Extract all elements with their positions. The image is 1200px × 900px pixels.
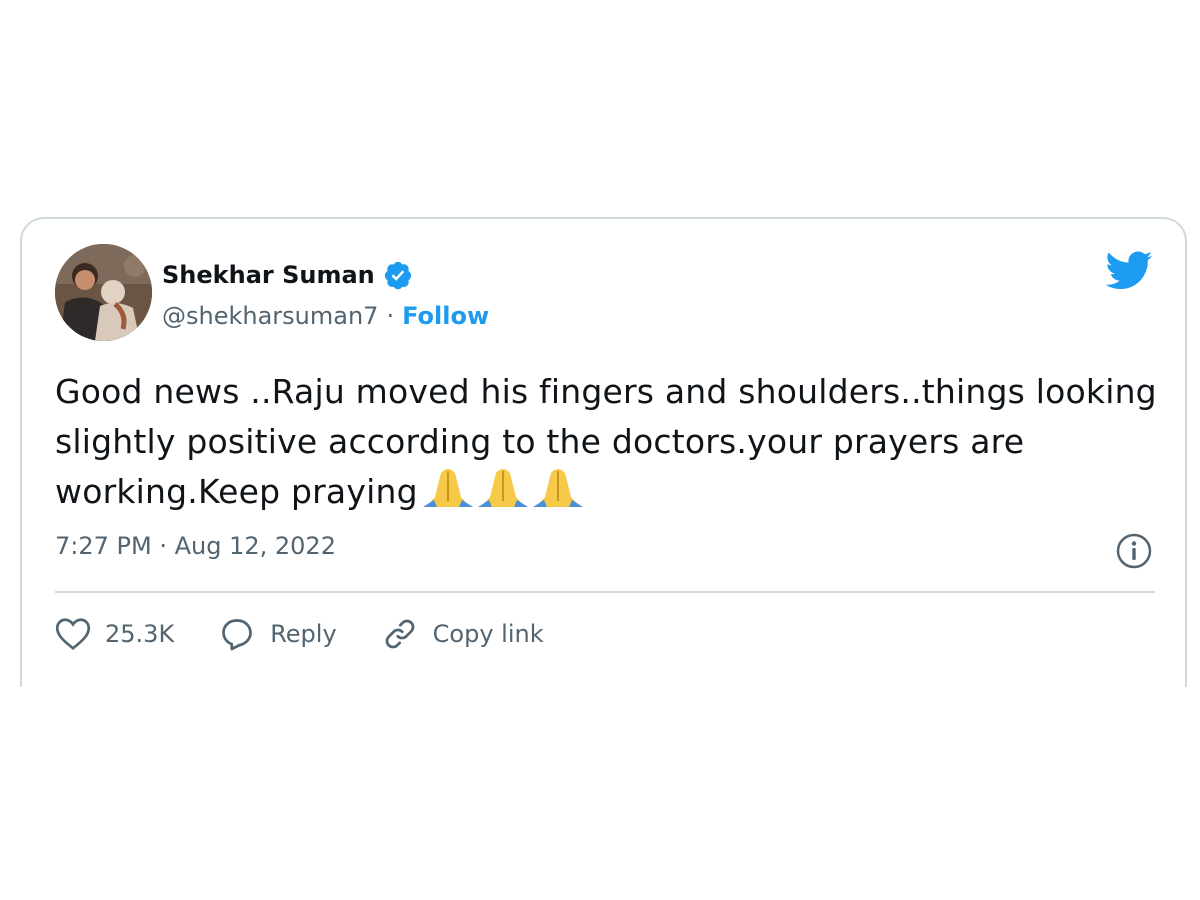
divider: [55, 591, 1155, 593]
twitter-bird-icon[interactable]: [1105, 251, 1153, 291]
copy-link-label: Copy link: [432, 620, 544, 648]
like-count: 25.3K: [105, 620, 175, 648]
folded-hands-icon: [477, 467, 528, 509]
follow-link[interactable]: Follow: [402, 302, 489, 330]
copy-link-button[interactable]: Copy link: [381, 616, 544, 652]
display-name[interactable]: Shekhar Suman: [162, 261, 375, 289]
reply-label: Reply: [270, 620, 337, 648]
verified-badge-icon: [383, 260, 413, 290]
avatar[interactable]: [55, 244, 152, 341]
author-handle[interactable]: @shekharsuman7: [162, 302, 378, 330]
speech-bubble-icon: [222, 619, 253, 651]
author-name-row: Shekhar Suman: [162, 257, 413, 293]
separator-dot: ·: [386, 302, 395, 330]
link-icon: [385, 619, 414, 649]
tweet-text: Good news ..Raju moved his fingers and s…: [55, 367, 1165, 517]
reply-button[interactable]: Reply: [218, 616, 337, 652]
heart-icon: [55, 618, 91, 650]
folded-hands-icon: [532, 467, 583, 509]
folded-hands-icon: [422, 467, 473, 509]
tweet-timestamp[interactable]: 7:27 PM · Aug 12, 2022: [55, 532, 336, 560]
tweet-card: Shekhar Suman @shekharsuman7 · Follow Go…: [20, 217, 1187, 687]
tweet-body: Good news ..Raju moved his fingers and s…: [55, 372, 1157, 511]
tweet-actions: 25.3K Reply Copy link: [55, 614, 588, 654]
info-icon[interactable]: [1115, 532, 1153, 570]
handle-row: @shekharsuman7 · Follow: [162, 299, 489, 333]
like-button[interactable]: 25.3K: [55, 617, 174, 651]
